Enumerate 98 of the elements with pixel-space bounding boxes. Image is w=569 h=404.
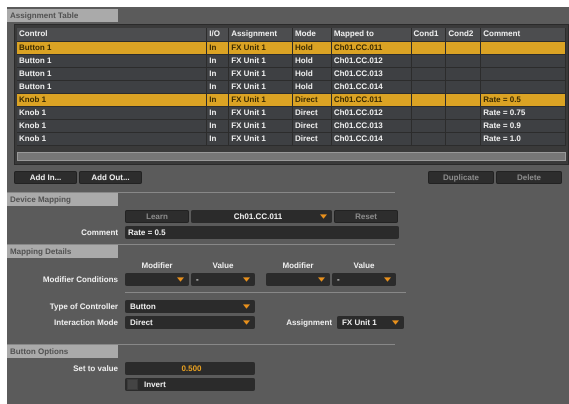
table-cell: Ch01.CC.013 (332, 120, 412, 132)
caret-icon (318, 276, 325, 282)
controller-type-dropdown[interactable]: Button (125, 300, 255, 312)
section-title: Device Mapping (7, 193, 118, 206)
table-cell: Knob 1 (17, 120, 208, 132)
table-row[interactable]: Knob 1 In FX Unit 1 Direct Ch01.CC.014 Rate = 1.0 (17, 133, 566, 146)
column-header: Cond2 (446, 28, 482, 41)
column-header: I/O (207, 28, 230, 41)
table-cell: Hold (292, 68, 332, 80)
table-row[interactable]: Button 1 In FX Unit 1 Hold Ch01.CC.013 (17, 68, 566, 81)
column-header: Mapped to (332, 28, 412, 41)
value-dropdown[interactable]: - (191, 272, 255, 286)
table-cell: FX Unit 1 (229, 133, 293, 145)
table-cell: In (207, 120, 230, 132)
table-cell: Ch01.CC.013 (332, 68, 412, 80)
table-cell: FX Unit 1 (229, 81, 293, 93)
table-cell: In (207, 107, 230, 119)
checkbox-label: Invert (144, 378, 166, 390)
invert-toggle[interactable]: Invert (125, 378, 255, 390)
table-row[interactable]: Button 1 In FX Unit 1 Hold Ch01.CC.012 (17, 55, 566, 68)
column-header: Assignment (229, 28, 293, 41)
column-header: Comment (481, 28, 566, 41)
table-cell: Hold (292, 55, 332, 67)
column-header: Control (17, 28, 208, 41)
table-cell: In (207, 133, 230, 145)
table-cell: FX Unit 1 (229, 120, 293, 132)
modifier-dropdown[interactable] (266, 272, 330, 286)
table-cell: Button 1 (17, 55, 208, 67)
table-cell: Hold (292, 81, 332, 93)
interaction-mode-dropdown[interactable]: Direct (125, 316, 255, 328)
mapping-dropdown[interactable]: Ch01.CC.011 (191, 210, 332, 222)
table-cell: FX Unit 1 (229, 68, 293, 80)
table-row[interactable]: Button 1 In FX Unit 1 Hold Ch01.CC.014 (17, 81, 566, 94)
table-cell: FX Unit 1 (229, 55, 293, 67)
table-cell: Knob 1 (17, 107, 208, 119)
table-cell: In (207, 68, 230, 80)
table-cell: Button 1 (17, 68, 208, 80)
field-label: Assignment (285, 318, 332, 326)
table-cell: Button 1 (17, 81, 208, 93)
comment-field[interactable]: Rate = 0.5 (125, 226, 399, 238)
table-cell: Hold (292, 42, 332, 54)
field-label: Set to value (72, 364, 118, 372)
table-cell: In (207, 42, 230, 54)
assignment-dropdown[interactable]: FX Unit 1 (337, 316, 404, 328)
caret-icon (392, 320, 399, 324)
column-label: Modifier (140, 261, 174, 270)
checkbox[interactable] (127, 378, 138, 390)
modifier-dropdown[interactable] (125, 272, 189, 286)
column-header: Mode (292, 28, 332, 41)
table-cell: Knob 1 (17, 94, 208, 106)
table-cell: Direct (292, 120, 332, 132)
table-cell: Direct (292, 107, 332, 119)
caret-icon (384, 276, 391, 282)
column-label: Value (212, 261, 234, 270)
caret-icon (243, 304, 250, 308)
table-cell: Ch01.CC.011 (332, 42, 412, 54)
table-cell: FX Unit 1 (229, 94, 293, 106)
column-label: Value (352, 261, 376, 270)
value-field[interactable]: 0.500 (125, 362, 255, 374)
caret-icon (243, 320, 250, 324)
section-title: Mapping Details (7, 245, 118, 258)
caret-icon (243, 276, 250, 282)
table-cell: Direct (292, 133, 332, 145)
table-row[interactable]: Button 1 In FX Unit 1 Hold Ch01.CC.011 (17, 42, 566, 55)
table-row[interactable]: Knob 1 In FX Unit 1 Direct Ch01.CC.012 Rate = 0.75 (17, 107, 566, 120)
table-cell: Direct (292, 94, 332, 106)
scroll-bar[interactable] (17, 152, 566, 161)
table-cell: Knob 1 (17, 133, 208, 145)
table-row[interactable]: Knob 1 In FX Unit 1 Direct Ch01.CC.013 Rate = 0.9 (17, 120, 566, 133)
table-cell: In (207, 81, 230, 93)
table-cell: Rate = 0.5 (481, 94, 566, 106)
table-cell: Ch01.CC.011 (332, 94, 412, 106)
value-dropdown[interactable]: - (332, 272, 396, 286)
section-title: Assignment Table (7, 9, 118, 22)
table-cell: In (207, 55, 230, 67)
caret-icon (177, 276, 184, 282)
table-cell: Button 1 (17, 42, 208, 54)
table-cell: In (207, 94, 230, 106)
field-label: Modifier Conditions (42, 274, 118, 284)
column-label: Modifier (281, 261, 315, 270)
table-cell: Rate = 0.75 (481, 107, 566, 119)
table-cell: Rate = 0.9 (481, 120, 566, 132)
table-cell: FX Unit 1 (229, 42, 293, 54)
table-row[interactable]: Knob 1 In FX Unit 1 Direct Ch01.CC.011 Rate = 0.5 (17, 94, 566, 107)
field-label: Type of Controller (48, 302, 118, 310)
table-cell: Ch01.CC.014 (332, 81, 412, 93)
table-cell: Ch01.CC.014 (332, 133, 412, 145)
caret-icon (320, 214, 327, 218)
add-button[interactable]: Add In... (14, 171, 77, 184)
add-button[interactable]: Add Out... (79, 171, 142, 184)
table-cell: FX Unit 1 (229, 107, 293, 119)
field-label: Interaction Mode (52, 318, 118, 326)
field-label: Comment (80, 228, 118, 236)
section-title: Button Options (7, 345, 118, 358)
table-cell: Rate = 1.0 (481, 133, 566, 145)
column-header: Cond1 (412, 28, 446, 41)
table-cell: Ch01.CC.012 (332, 55, 412, 67)
table-cell: Ch01.CC.012 (332, 107, 412, 119)
